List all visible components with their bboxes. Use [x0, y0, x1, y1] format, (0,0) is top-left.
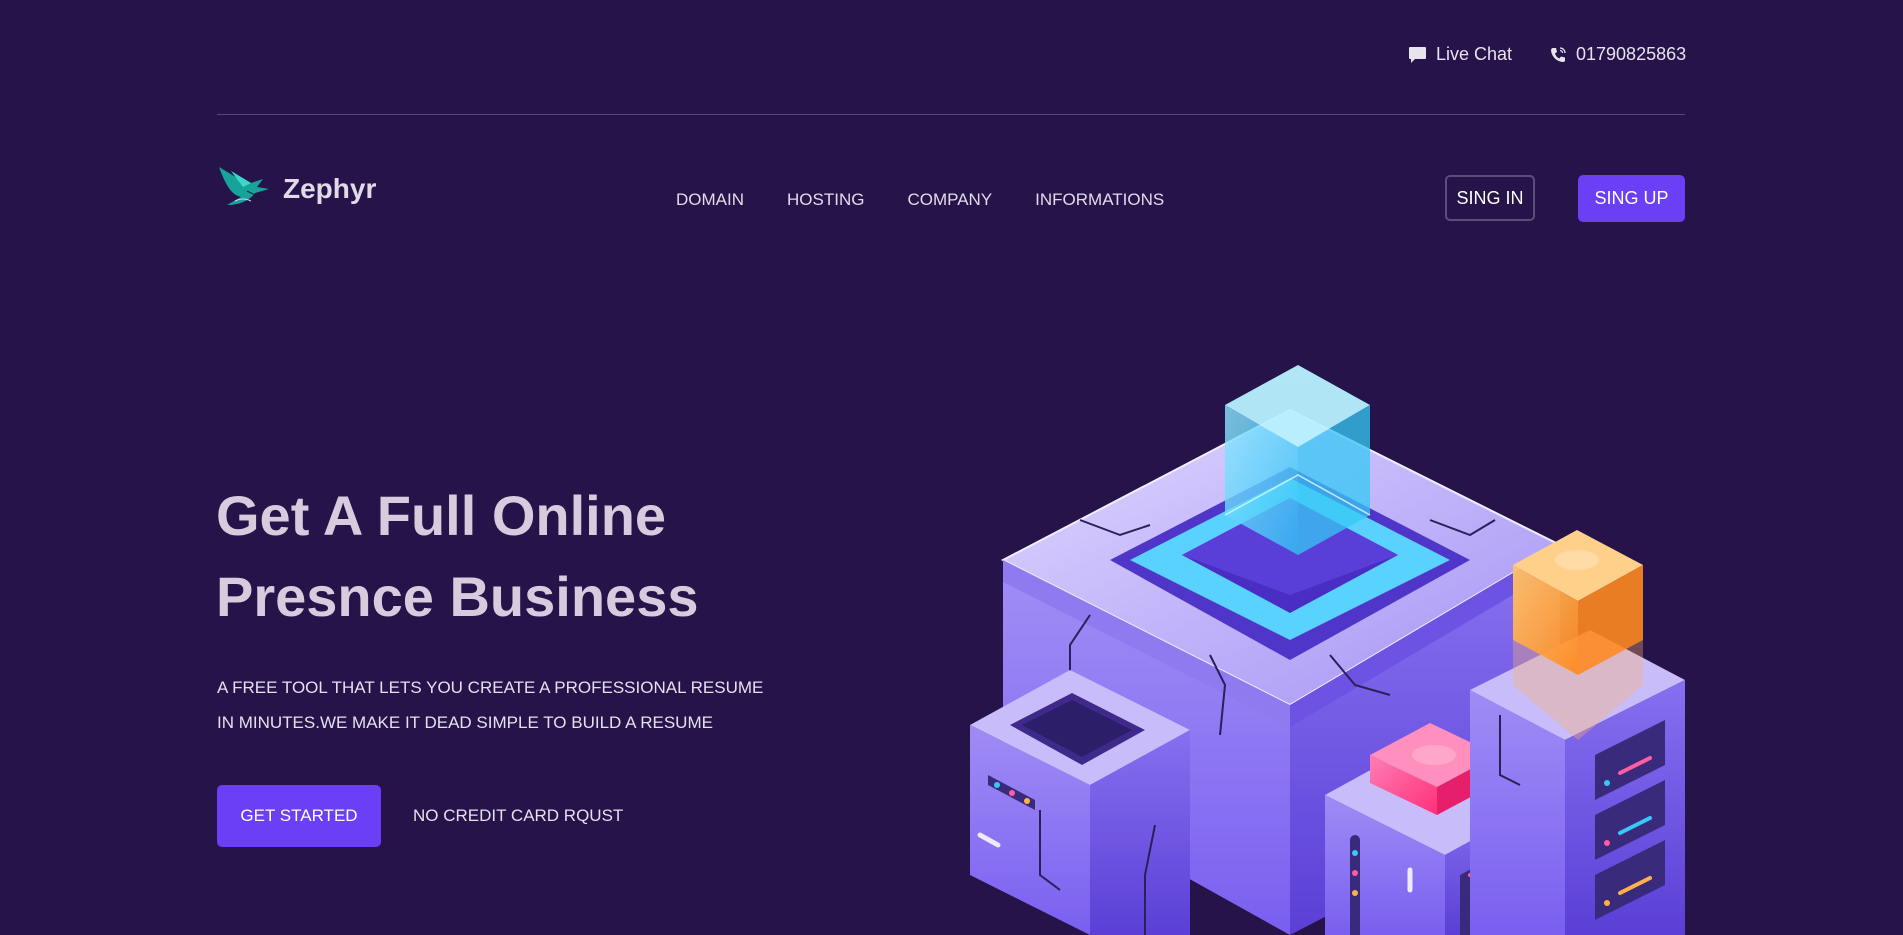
- hero-description: A FREE TOOL THAT LETS YOU CREATE A PROFE…: [217, 670, 777, 740]
- brand-name: Zephyr: [283, 173, 377, 204]
- live-chat-link[interactable]: Live Chat: [1408, 44, 1512, 65]
- live-chat-label: Live Chat: [1436, 44, 1513, 64]
- hummingbird-logo-icon: [219, 167, 269, 205]
- nav-item-informations[interactable]: INFORMATIONS: [1035, 190, 1164, 210]
- hero-description-line-1: A FREE TOOL THAT LETS YOU CREATE A PROFE…: [217, 678, 764, 697]
- hero-description-line-2: IN MINUTES.WE MAKE IT DEAD SIMPLE TO BUI…: [217, 713, 713, 732]
- no-credit-card-note: NO CREDIT CARD RQUST: [413, 806, 624, 825]
- nav-item-domain[interactable]: DOMAIN: [676, 190, 744, 210]
- nav-item-company[interactable]: COMPANY: [907, 190, 992, 210]
- sign-up-button[interactable]: SING UP: [1578, 175, 1685, 222]
- phone-link[interactable]: 01790825863: [1549, 44, 1686, 65]
- cyan-cube: [1224, 365, 1371, 555]
- phone-icon: [1551, 46, 1566, 62]
- topbar: Live Chat 01790825863: [217, 0, 1686, 115]
- phone-number: 01790825863: [1576, 44, 1687, 64]
- hero-title: Get A Full Online Presnce Business: [216, 475, 836, 637]
- get-started-button[interactable]: GET STARTED: [217, 785, 381, 847]
- sign-in-button[interactable]: SING IN: [1445, 175, 1535, 221]
- main-nav: DOMAIN HOSTING COMPANY INFORMATIONS: [676, 190, 1207, 210]
- nav-item-hosting[interactable]: HOSTING: [787, 190, 864, 210]
- chat-bubble-icon: [1409, 46, 1426, 63]
- hero-title-line-1: Get A Full Online: [216, 484, 667, 547]
- isometric-server-illustration: [970, 365, 1685, 935]
- brand-logo[interactable]: Zephyr: [217, 165, 376, 209]
- hero-title-line-2: Presnce Business: [216, 565, 699, 628]
